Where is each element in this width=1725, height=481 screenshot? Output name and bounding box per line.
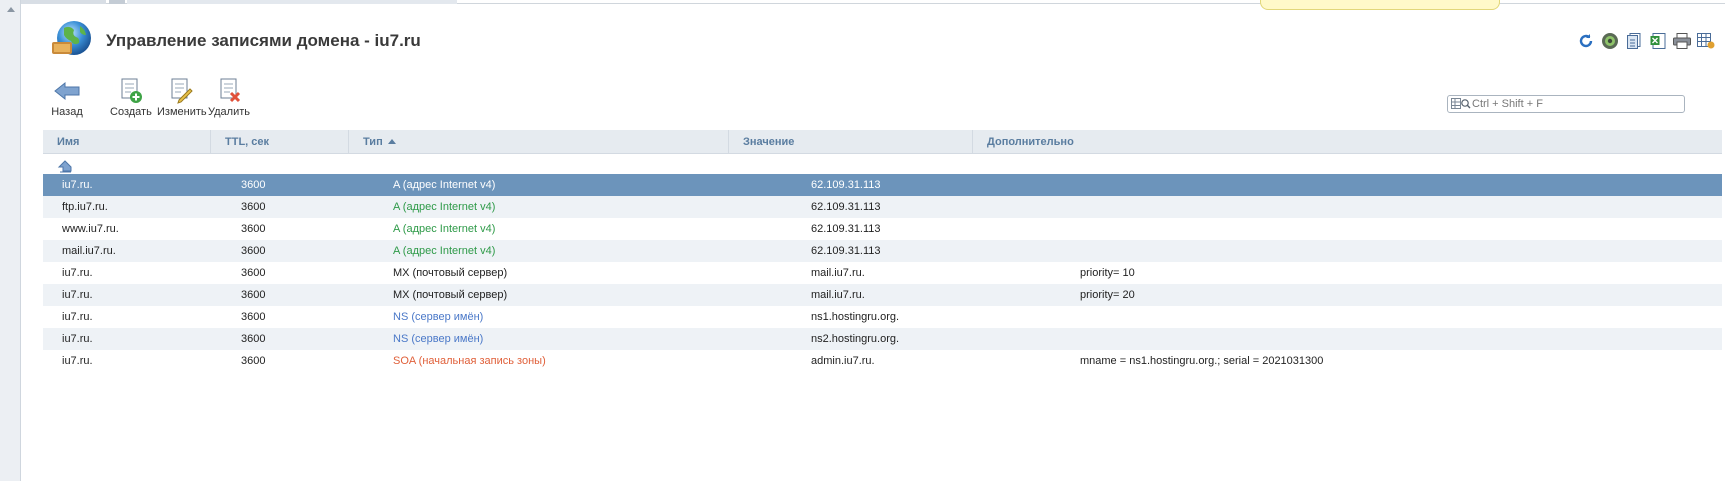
tab-fragment[interactable] bbox=[21, 0, 106, 4]
create-document-icon bbox=[121, 78, 142, 103]
refresh-icon[interactable] bbox=[1574, 31, 1598, 51]
tab-fragment-3[interactable] bbox=[127, 0, 457, 4]
right-toolbar bbox=[1574, 31, 1718, 51]
delete-document-icon bbox=[220, 78, 241, 103]
table-body: iu7.ru. 3600 A (адрес Internet v4) 62.109.3… bbox=[43, 174, 1722, 372]
column-header-name[interactable]: Имя bbox=[43, 130, 211, 154]
column-header-value[interactable]: Значение bbox=[729, 130, 973, 154]
cell-type: A (адрес Internet v4) bbox=[393, 179, 496, 191]
table-row[interactable]: iu7.ru. 3600 MX (почтовый сервер) mail.iu7.… bbox=[43, 284, 1722, 306]
cell-type: A (адрес Internet v4) bbox=[393, 201, 496, 213]
cell-extra: priority= 20 bbox=[1080, 289, 1135, 301]
level-up-icon bbox=[57, 160, 72, 173]
column-header-ttl[interactable]: TTL, сек bbox=[211, 130, 349, 154]
cell-type: A (адрес Internet v4) bbox=[393, 223, 496, 235]
cell-type: NS (сервер имён) bbox=[393, 333, 484, 345]
cell-ttl: 3600 bbox=[241, 355, 266, 367]
excel-export-icon[interactable] bbox=[1646, 31, 1670, 51]
cell-ttl: 3600 bbox=[241, 311, 266, 323]
table-header: Имя TTL, сек Тип Значение Дополнительно bbox=[43, 130, 1722, 154]
cell-ttl: 3600 bbox=[241, 179, 266, 191]
search-input[interactable] bbox=[1472, 97, 1680, 111]
create-button[interactable]: Создать bbox=[110, 78, 152, 118]
delete-button[interactable]: Удалить bbox=[208, 78, 250, 118]
tooltip-fragment bbox=[1260, 0, 1500, 10]
table-row[interactable]: www.iu7.ru. 3600 A (адрес Internet v4) 62.1… bbox=[43, 218, 1722, 240]
edit-button[interactable]: Изменить bbox=[157, 78, 207, 118]
print-icon[interactable] bbox=[1670, 31, 1694, 51]
left-scrollbar[interactable] bbox=[0, 0, 21, 481]
cell-name: iu7.ru. bbox=[62, 333, 93, 345]
tab-fragment-2[interactable] bbox=[109, 0, 125, 4]
parent-level-row[interactable] bbox=[43, 154, 1722, 174]
table-row[interactable]: iu7.ru. 3600 SOA (начальная запись зоны) ad… bbox=[43, 350, 1722, 372]
cell-ttl: 3600 bbox=[241, 289, 266, 301]
cell-name: iu7.ru. bbox=[62, 311, 93, 323]
cell-type: SOA (начальная запись зоны) bbox=[393, 355, 546, 367]
cell-value: ns1.hostingru.org. bbox=[811, 311, 900, 323]
table-settings-icon[interactable] bbox=[1694, 31, 1718, 51]
app-window: Управление записями домена - iu7.ru Наза… bbox=[0, 0, 1725, 481]
globe-icon bbox=[52, 21, 91, 55]
cell-extra: mname = ns1.hostingru.org.; serial = 202… bbox=[1080, 355, 1324, 367]
table-row[interactable]: mail.iu7.ru. 3600 A (адрес Internet v4) 62.… bbox=[43, 240, 1722, 262]
cell-name: iu7.ru. bbox=[62, 267, 93, 279]
cell-name: iu7.ru. bbox=[62, 289, 93, 301]
cell-name: iu7.ru. bbox=[62, 179, 93, 191]
cell-name: www.iu7.ru. bbox=[62, 223, 119, 235]
cell-name: iu7.ru. bbox=[62, 355, 93, 367]
cell-name: ftp.iu7.ru. bbox=[62, 201, 108, 213]
cell-type: MX (почтовый сервер) bbox=[393, 267, 508, 279]
cell-ttl: 3600 bbox=[241, 201, 266, 213]
cell-value: 62.109.31.113 bbox=[811, 223, 881, 235]
copy-page-icon[interactable] bbox=[1622, 31, 1646, 51]
cell-value: ns2.hostingru.org. bbox=[811, 333, 900, 345]
table-row[interactable]: iu7.ru. 3600 MX (почтовый сервер) mail.iu7.… bbox=[43, 262, 1722, 284]
cell-value: admin.iu7.ru. bbox=[811, 355, 875, 367]
cell-name: mail.iu7.ru. bbox=[62, 245, 116, 257]
cell-extra: priority= 10 bbox=[1080, 267, 1135, 279]
back-arrow-icon bbox=[54, 81, 80, 101]
scroll-up-arrow-icon[interactable] bbox=[7, 7, 15, 12]
edit-document-icon bbox=[171, 78, 193, 104]
table-row[interactable]: iu7.ru. 3600 A (адрес Internet v4) 62.109.3… bbox=[43, 174, 1722, 196]
cell-ttl: 3600 bbox=[241, 333, 266, 345]
cell-value: 62.109.31.113 bbox=[811, 245, 881, 257]
page-title: Управление записями домена - iu7.ru bbox=[106, 31, 421, 50]
cell-value: mail.iu7.ru. bbox=[811, 289, 865, 301]
cell-ttl: 3600 bbox=[241, 223, 266, 235]
search-icon bbox=[1451, 98, 1471, 109]
cell-value: 62.109.31.113 bbox=[811, 179, 881, 191]
table-row[interactable]: iu7.ru. 3600 NS (сервер имён) ns1.hostingru… bbox=[43, 306, 1722, 328]
column-header-type[interactable]: Тип bbox=[349, 130, 729, 154]
sort-ascending-icon bbox=[387, 138, 396, 144]
cell-type: A (адрес Internet v4) bbox=[393, 245, 496, 257]
back-button[interactable]: Назад bbox=[50, 78, 84, 118]
cell-ttl: 3600 bbox=[241, 267, 266, 279]
settings-gear-icon[interactable] bbox=[1598, 31, 1622, 51]
column-header-extra[interactable]: Дополнительно bbox=[973, 130, 1722, 154]
search-box[interactable] bbox=[1447, 95, 1685, 113]
cell-value: 62.109.31.113 bbox=[811, 201, 881, 213]
cell-ttl: 3600 bbox=[241, 245, 266, 257]
table-row[interactable]: ftp.iu7.ru. 3600 A (адрес Internet v4) 62.1… bbox=[43, 196, 1722, 218]
cell-type: NS (сервер имён) bbox=[393, 311, 484, 323]
cell-type: MX (почтовый сервер) bbox=[393, 289, 508, 301]
dns-records-table: Имя TTL, сек Тип Значение Дополнительно … bbox=[43, 130, 1722, 372]
table-row[interactable]: iu7.ru. 3600 NS (сервер имён) ns2.hostingru… bbox=[43, 328, 1722, 350]
cell-value: mail.iu7.ru. bbox=[811, 267, 865, 279]
